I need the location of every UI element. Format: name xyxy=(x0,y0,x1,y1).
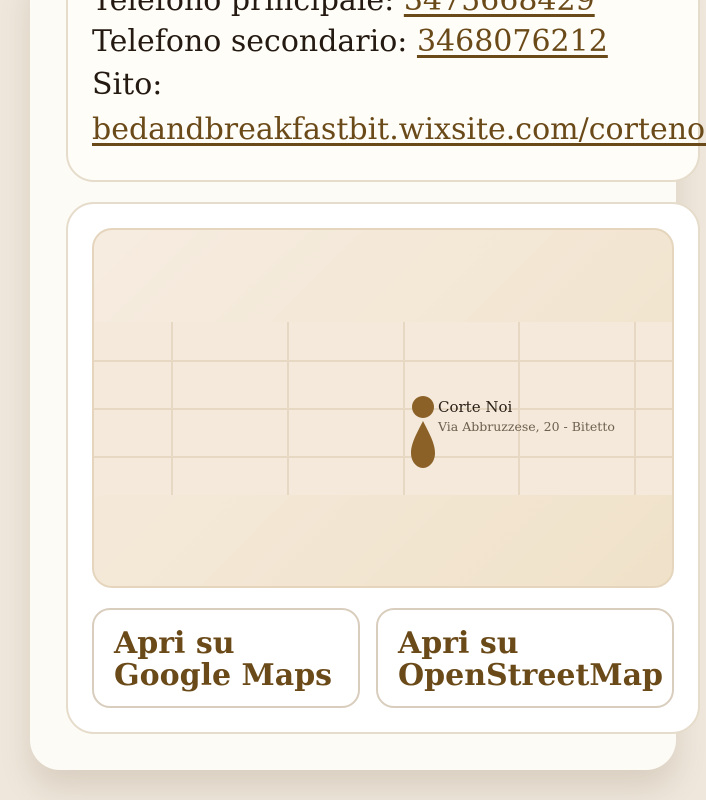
secondary-phone-label: Telefono secondario: xyxy=(92,24,408,59)
secondary-phone-row: Telefono secondario: 3468076212 xyxy=(92,27,608,57)
map-street-line xyxy=(403,322,405,495)
primary-phone-link[interactable]: 3475668429 xyxy=(404,0,595,18)
map-street-line xyxy=(94,408,672,410)
map-pin-icon xyxy=(411,421,435,468)
map-street-line xyxy=(171,322,173,495)
map-street-line xyxy=(94,360,672,362)
site-row: bedandbreakfastbit.wixsite.com/cortenoi xyxy=(92,115,706,145)
site-link[interactable]: bedandbreakfastbit.wixsite.com/cortenoi xyxy=(92,112,706,147)
map-street-line xyxy=(634,322,636,495)
primary-phone-row: Telefono principale: 3475668429 xyxy=(92,0,595,16)
map-street-line xyxy=(94,456,672,458)
open-openstreetmap-button[interactable]: Apri su OpenStreetMap xyxy=(376,608,674,708)
secondary-phone-link[interactable]: 3468076212 xyxy=(417,24,608,59)
primary-phone-label: Telefono principale: xyxy=(92,0,395,18)
site-label: Sito: xyxy=(92,67,163,102)
map-pin-address: Via Abbruzzese, 20 - Bitetto xyxy=(438,419,615,434)
map-street-line xyxy=(287,322,289,495)
map-preview[interactable]: Corte Noi Via Abbruzzese, 20 - Bitetto xyxy=(92,228,674,588)
open-google-maps-button[interactable]: Apri su Google Maps xyxy=(92,608,360,708)
map-pin-title: Corte Noi xyxy=(438,398,513,416)
map-street-line xyxy=(518,322,520,495)
map-pin-head xyxy=(412,396,434,418)
